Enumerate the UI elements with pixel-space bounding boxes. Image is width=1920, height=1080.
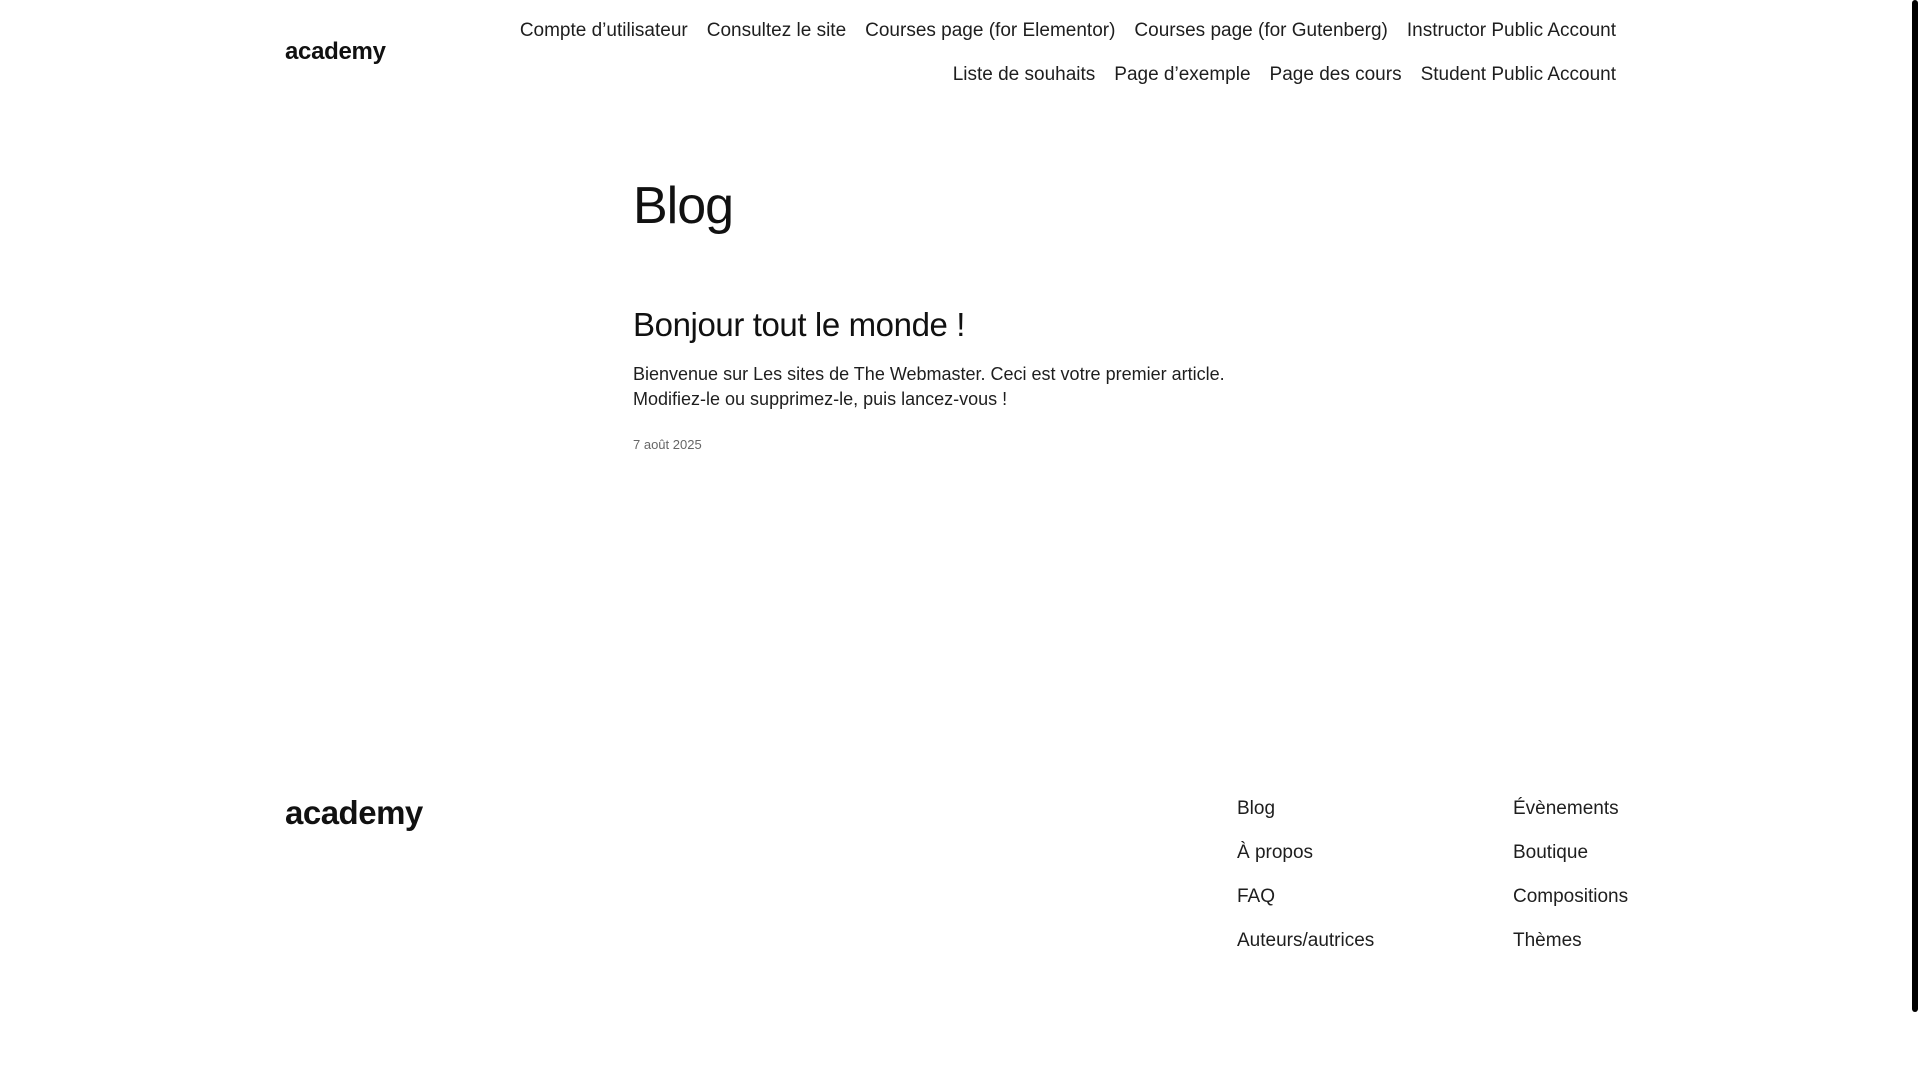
post-excerpt-line: Bienvenue sur Les sites de The Webmaster… xyxy=(633,364,1225,384)
post-excerpt-line: Modifiez-le ou supprimez-le, puis lancez… xyxy=(633,389,1008,409)
nav-link-page-exemple[interactable]: Page d’exemple xyxy=(1114,62,1250,88)
footer-link-blog[interactable]: Blog xyxy=(1237,796,1374,821)
footer-nav-column-2: Évènements Boutique Compositions Thèmes xyxy=(1513,796,1628,953)
nav-row-1: Compte d’utilisateur Consultez le site C… xyxy=(416,18,1616,44)
site-title-link[interactable]: academy xyxy=(285,38,386,66)
footer-link-a-propos[interactable]: À propos xyxy=(1237,840,1374,865)
footer-link-auteurs[interactable]: Auteurs/autrices xyxy=(1237,928,1374,953)
footer-site-title-link[interactable]: academy xyxy=(285,794,423,832)
nav-link-instructor-public-account[interactable]: Instructor Public Account xyxy=(1407,18,1616,44)
primary-nav: Compte d’utilisateur Consultez le site C… xyxy=(416,18,1616,106)
footer-link-boutique[interactable]: Boutique xyxy=(1513,840,1628,865)
page-title: Blog xyxy=(633,177,734,235)
vertical-scrollbar[interactable] xyxy=(1910,0,1920,1080)
nav-link-compte-utilisateur[interactable]: Compte d’utilisateur xyxy=(520,18,688,44)
footer-link-faq[interactable]: FAQ xyxy=(1237,884,1374,909)
site-footer: academy Blog À propos FAQ Auteurs/autric… xyxy=(0,780,1910,1020)
post-excerpt: Bienvenue sur Les sites de The Webmaster… xyxy=(633,362,1253,412)
nav-row-2: Liste de souhaits Page d’exemple Page de… xyxy=(416,62,1616,88)
nav-link-liste-de-souhaits[interactable]: Liste de souhaits xyxy=(953,62,1096,88)
footer-link-compositions[interactable]: Compositions xyxy=(1513,884,1628,909)
post-title-link[interactable]: Bonjour tout le monde ! xyxy=(633,304,1353,346)
nav-link-consultez-le-site[interactable]: Consultez le site xyxy=(707,18,846,44)
nav-link-page-des-cours[interactable]: Page des cours xyxy=(1270,62,1402,88)
post-date: 7 août 2025 xyxy=(633,437,702,452)
footer-link-evenements[interactable]: Évènements xyxy=(1513,796,1628,821)
site-header: academy Compte d’utilisateur Consultez l… xyxy=(0,0,1910,110)
main-content: Blog Bonjour tout le monde ! Bienvenue s… xyxy=(633,170,1353,452)
footer-link-themes[interactable]: Thèmes xyxy=(1513,928,1628,953)
scrollbar-thumb[interactable] xyxy=(1912,0,1918,1012)
nav-link-courses-elementor[interactable]: Courses page (for Elementor) xyxy=(865,18,1115,44)
nav-link-student-public-account[interactable]: Student Public Account xyxy=(1421,62,1616,88)
nav-link-courses-gutenberg[interactable]: Courses page (for Gutenberg) xyxy=(1134,18,1387,44)
post-item: Bonjour tout le monde ! Bienvenue sur Le… xyxy=(633,304,1353,452)
footer-nav-column-1: Blog À propos FAQ Auteurs/autrices xyxy=(1237,796,1374,953)
